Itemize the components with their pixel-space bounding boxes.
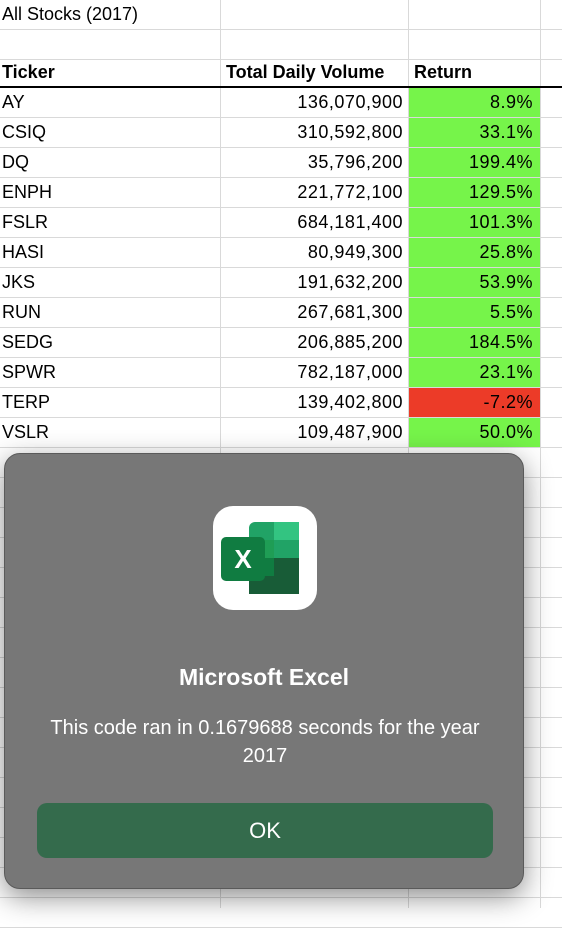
- header-ticker[interactable]: Ticker: [2, 58, 220, 86]
- table-row: HASI 80,949,300 25.8%: [0, 238, 562, 268]
- return-cell[interactable]: 129.5%: [409, 178, 540, 207]
- volume-cell[interactable]: 136,070,900: [221, 88, 408, 117]
- return-cell[interactable]: 33.1%: [409, 118, 540, 147]
- table-row: SPWR 782,187,000 23.1%: [0, 358, 562, 388]
- ticker-cell[interactable]: SEDG: [2, 328, 220, 357]
- title-row: All Stocks (2017): [0, 0, 562, 30]
- volume-cell[interactable]: 782,187,000: [221, 358, 408, 387]
- return-cell[interactable]: -7.2%: [409, 388, 540, 417]
- table-row: JKS 191,632,200 53.9%: [0, 268, 562, 298]
- empty-row: [0, 30, 562, 60]
- excel-logo-letter: X: [234, 544, 252, 574]
- return-cell[interactable]: 5.5%: [409, 298, 540, 327]
- table-row: FSLR 684,181,400 101.3%: [0, 208, 562, 238]
- dialog-title: Microsoft Excel: [179, 664, 349, 690]
- header-return[interactable]: Return: [409, 58, 540, 86]
- table-row: TERP 139,402,800 -7.2%: [0, 388, 562, 418]
- volume-cell[interactable]: 221,772,100: [221, 178, 408, 207]
- volume-cell[interactable]: 684,181,400: [221, 208, 408, 237]
- table-row: VSLR 109,487,900 50.0%: [0, 418, 562, 448]
- table-row: CSIQ 310,592,800 33.1%: [0, 118, 562, 148]
- ticker-cell[interactable]: CSIQ: [2, 118, 220, 147]
- sheet-title-cell[interactable]: All Stocks (2017): [2, 0, 220, 29]
- table-row: RUN 267,681,300 5.5%: [0, 298, 562, 328]
- empty-row: [0, 898, 562, 928]
- return-cell[interactable]: 23.1%: [409, 358, 540, 387]
- return-cell[interactable]: 199.4%: [409, 148, 540, 177]
- ticker-cell[interactable]: HASI: [2, 238, 220, 267]
- table-row: SEDG 206,885,200 184.5%: [0, 328, 562, 358]
- ticker-cell[interactable]: DQ: [2, 148, 220, 177]
- table-row: ENPH 221,772,100 129.5%: [0, 178, 562, 208]
- volume-cell[interactable]: 267,681,300: [221, 298, 408, 327]
- volume-cell[interactable]: 206,885,200: [221, 328, 408, 357]
- volume-cell[interactable]: 35,796,200: [221, 148, 408, 177]
- return-cell[interactable]: 184.5%: [409, 328, 540, 357]
- table-row: AY 136,070,900 8.9%: [0, 88, 562, 118]
- return-cell[interactable]: 53.9%: [409, 268, 540, 297]
- return-cell[interactable]: 25.8%: [409, 238, 540, 267]
- return-cell[interactable]: 50.0%: [409, 418, 540, 447]
- header-volume[interactable]: Total Daily Volume: [221, 58, 408, 86]
- ticker-cell[interactable]: ENPH: [2, 178, 220, 207]
- ticker-cell[interactable]: VSLR: [2, 418, 220, 447]
- header-row: Ticker Total Daily Volume Return: [0, 58, 562, 88]
- ticker-cell[interactable]: RUN: [2, 298, 220, 327]
- ticker-cell[interactable]: JKS: [2, 268, 220, 297]
- table-row: DQ 35,796,200 199.4%: [0, 148, 562, 178]
- ok-button[interactable]: OK: [37, 803, 493, 858]
- excel-app-icon: X: [213, 506, 317, 610]
- volume-cell[interactable]: 80,949,300: [221, 238, 408, 267]
- alert-dialog: X Microsoft Excel This code ran in 0.167…: [4, 453, 524, 889]
- volume-cell[interactable]: 139,402,800: [221, 388, 408, 417]
- return-cell[interactable]: 8.9%: [409, 88, 540, 117]
- volume-cell[interactable]: 310,592,800: [221, 118, 408, 147]
- ticker-cell[interactable]: TERP: [2, 388, 220, 417]
- volume-cell[interactable]: 191,632,200: [221, 268, 408, 297]
- ticker-cell[interactable]: SPWR: [2, 358, 220, 387]
- ticker-cell[interactable]: AY: [2, 88, 220, 117]
- volume-cell[interactable]: 109,487,900: [221, 418, 408, 447]
- return-cell[interactable]: 101.3%: [409, 208, 540, 237]
- ticker-cell[interactable]: FSLR: [2, 208, 220, 237]
- dialog-message: This code ran in 0.1679688 seconds for t…: [50, 717, 480, 767]
